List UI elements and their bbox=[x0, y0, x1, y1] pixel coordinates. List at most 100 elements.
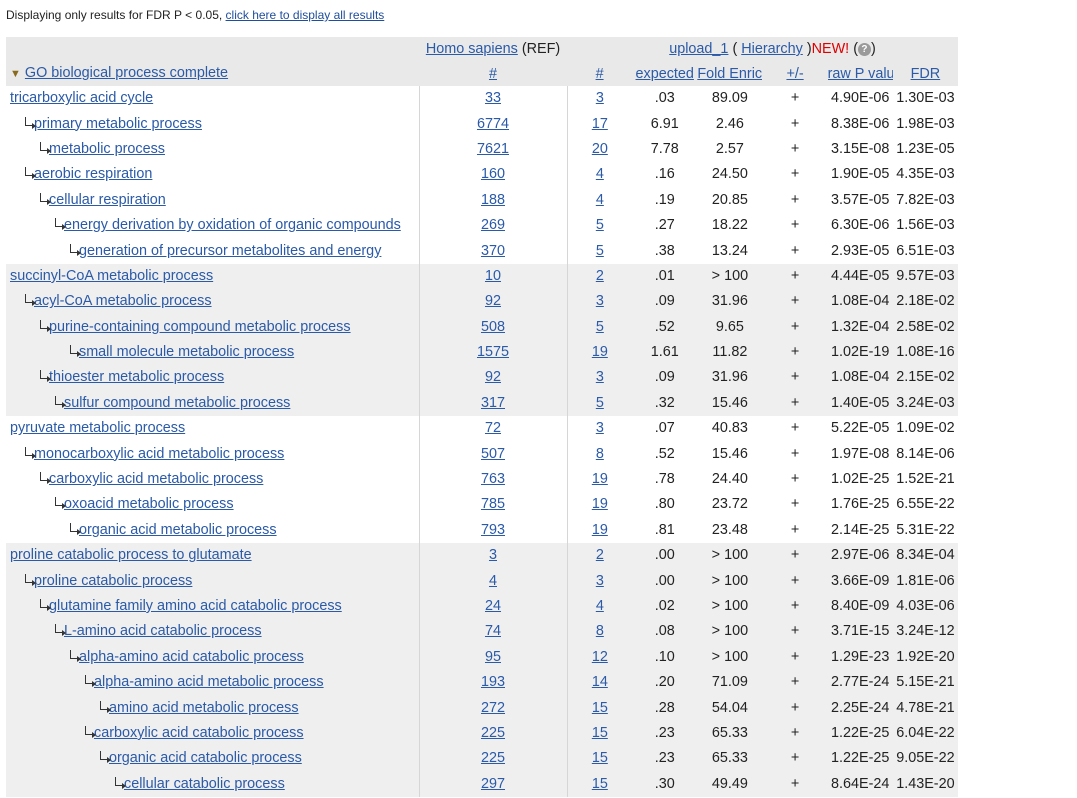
count-link-cell[interactable]: 3 bbox=[566, 568, 633, 594]
col-expected-link[interactable]: expected bbox=[636, 66, 694, 82]
ref-count-link[interactable]: 92 bbox=[485, 369, 501, 385]
count-link-cell[interactable]: 5 bbox=[566, 390, 633, 417]
count-link[interactable]: 8 bbox=[596, 623, 604, 639]
ref-count-link-cell[interactable]: 6774 bbox=[418, 111, 567, 137]
ref-count-link-cell[interactable]: 95 bbox=[418, 644, 567, 670]
ref-count-link-cell[interactable]: 92 bbox=[418, 365, 567, 391]
term-link[interactable]: sulfur compound metabolic process bbox=[64, 395, 290, 411]
col-expected[interactable]: expected bbox=[632, 61, 698, 86]
term-link[interactable]: purine-containing compound metabolic pro… bbox=[49, 319, 351, 335]
term-link[interactable]: pyruvate metabolic process bbox=[10, 420, 185, 436]
count-link[interactable]: 4 bbox=[596, 192, 604, 208]
ref-count-link-cell[interactable]: 72 bbox=[418, 416, 567, 442]
ref-count-link[interactable]: 72 bbox=[485, 420, 501, 436]
ref-count-link[interactable]: 7621 bbox=[477, 141, 509, 157]
hierarchy-link[interactable]: Hierarchy bbox=[741, 41, 803, 57]
count-link-cell[interactable]: 15 bbox=[566, 771, 633, 797]
show-all-results-link[interactable]: click here to display all results bbox=[226, 8, 385, 22]
count-link[interactable]: 15 bbox=[592, 700, 608, 716]
term-link[interactable]: tricarboxylic acid cycle bbox=[10, 90, 153, 106]
count-link[interactable]: 15 bbox=[592, 776, 608, 792]
term-link[interactable]: generation of precursor metabolites and … bbox=[79, 243, 381, 259]
ref-count-link[interactable]: 763 bbox=[481, 471, 505, 487]
ref-count-link-cell[interactable]: 225 bbox=[418, 746, 567, 772]
term-link[interactable]: carboxylic acid metabolic process bbox=[49, 471, 263, 487]
ref-count-link[interactable]: 6774 bbox=[477, 116, 509, 132]
col-count-link[interactable]: # bbox=[596, 66, 604, 82]
term-link[interactable]: proline catabolic process to glutamate bbox=[10, 547, 252, 563]
ref-count-link[interactable]: 317 bbox=[481, 395, 505, 411]
ref-count-link[interactable]: 3 bbox=[489, 547, 497, 563]
ref-count-link-cell[interactable]: 793 bbox=[418, 517, 567, 544]
ref-count-link-cell[interactable]: 272 bbox=[418, 695, 567, 721]
ref-count-link-cell[interactable]: 188 bbox=[418, 187, 567, 213]
annotation-set-link[interactable]: GO biological process complete bbox=[25, 65, 228, 81]
count-link[interactable]: 15 bbox=[592, 725, 608, 741]
count-link-cell[interactable]: 4 bbox=[566, 187, 633, 213]
ref-count-link[interactable]: 793 bbox=[481, 522, 505, 538]
ref-count-link-cell[interactable]: 7621 bbox=[418, 136, 567, 163]
ref-count-link-cell[interactable]: 33 bbox=[418, 86, 567, 112]
count-link-cell[interactable]: 3 bbox=[566, 86, 633, 112]
count-link-cell[interactable]: 19 bbox=[566, 339, 633, 366]
term-link[interactable]: alpha-amino acid metabolic process bbox=[94, 674, 324, 690]
count-link[interactable]: 19 bbox=[592, 344, 608, 360]
count-link-cell[interactable]: 15 bbox=[566, 695, 633, 721]
count-link-cell[interactable]: 19 bbox=[566, 492, 633, 518]
term-link[interactable]: oxoacid metabolic process bbox=[64, 496, 234, 512]
count-link-cell[interactable]: 8 bbox=[566, 441, 633, 467]
count-link[interactable]: 3 bbox=[596, 369, 604, 385]
ref-count-link[interactable]: 272 bbox=[481, 700, 505, 716]
col-ref-count-link[interactable]: # bbox=[489, 66, 497, 82]
ref-count-link[interactable]: 95 bbox=[485, 649, 501, 665]
reference-species-link[interactable]: Homo sapiens bbox=[426, 41, 518, 57]
term-link[interactable]: organic acid catabolic process bbox=[109, 750, 302, 766]
ref-count-link-cell[interactable]: 763 bbox=[418, 466, 567, 493]
ref-count-link-cell[interactable]: 3 bbox=[418, 543, 567, 569]
ref-count-link[interactable]: 160 bbox=[481, 166, 505, 182]
ref-count-link[interactable]: 225 bbox=[481, 750, 505, 766]
col-fold-enrichment-link[interactable]: Fold Enrichment bbox=[697, 66, 762, 82]
ref-count-link-cell[interactable]: 269 bbox=[418, 212, 567, 239]
term-link[interactable]: alpha-amino acid catabolic process bbox=[79, 649, 304, 665]
count-link[interactable]: 17 bbox=[592, 116, 608, 132]
col-raw-p-value[interactable]: raw P value bbox=[827, 61, 893, 86]
count-link[interactable]: 15 bbox=[592, 750, 608, 766]
ref-count-link[interactable]: 225 bbox=[481, 725, 505, 741]
count-link-cell[interactable]: 2 bbox=[566, 543, 633, 569]
ref-count-link-cell[interactable]: 160 bbox=[418, 162, 567, 188]
ref-count-link[interactable]: 269 bbox=[481, 217, 505, 233]
ref-count-link-cell[interactable]: 508 bbox=[418, 314, 567, 340]
count-link[interactable]: 3 bbox=[596, 573, 604, 589]
ref-count-link-cell[interactable]: 297 bbox=[418, 771, 567, 797]
help-icon[interactable]: ? bbox=[857, 43, 871, 56]
ref-count-link-cell[interactable]: 4 bbox=[418, 568, 567, 594]
term-link[interactable]: aerobic respiration bbox=[34, 166, 152, 182]
count-link-cell[interactable]: 14 bbox=[566, 669, 633, 696]
count-link-cell[interactable]: 5 bbox=[566, 314, 633, 340]
term-link[interactable]: cellular respiration bbox=[49, 192, 166, 208]
ref-count-link[interactable]: 507 bbox=[481, 446, 505, 462]
col-fdr[interactable]: FDR bbox=[892, 61, 958, 86]
col-fdr-link[interactable]: FDR bbox=[911, 66, 941, 82]
count-link-cell[interactable]: 3 bbox=[566, 416, 633, 442]
annotation-set-header[interactable]: ▼ GO biological process complete bbox=[6, 61, 419, 86]
count-link[interactable]: 5 bbox=[596, 319, 604, 335]
ref-count-link-cell[interactable]: 785 bbox=[418, 492, 567, 518]
count-link-cell[interactable]: 5 bbox=[566, 238, 633, 264]
count-link[interactable]: 20 bbox=[592, 141, 608, 157]
col-raw-p-value-link[interactable]: raw P value bbox=[828, 66, 893, 82]
ref-count-link-cell[interactable]: 370 bbox=[418, 238, 567, 264]
count-link-cell[interactable]: 20 bbox=[566, 136, 633, 163]
count-link[interactable]: 3 bbox=[596, 293, 604, 309]
count-link-cell[interactable]: 2 bbox=[566, 263, 633, 290]
ref-count-link[interactable]: 508 bbox=[481, 319, 505, 335]
count-link[interactable]: 8 bbox=[596, 446, 604, 462]
col-ref-count[interactable]: # bbox=[419, 61, 567, 86]
term-link[interactable]: thioester metabolic process bbox=[49, 369, 224, 385]
term-link[interactable]: proline catabolic process bbox=[34, 573, 192, 589]
ref-count-link-cell[interactable]: 317 bbox=[418, 390, 567, 417]
term-link[interactable]: energy derivation by oxidation of organi… bbox=[64, 217, 401, 233]
ref-count-link[interactable]: 33 bbox=[485, 90, 501, 106]
ref-count-link-cell[interactable]: 225 bbox=[418, 720, 567, 747]
